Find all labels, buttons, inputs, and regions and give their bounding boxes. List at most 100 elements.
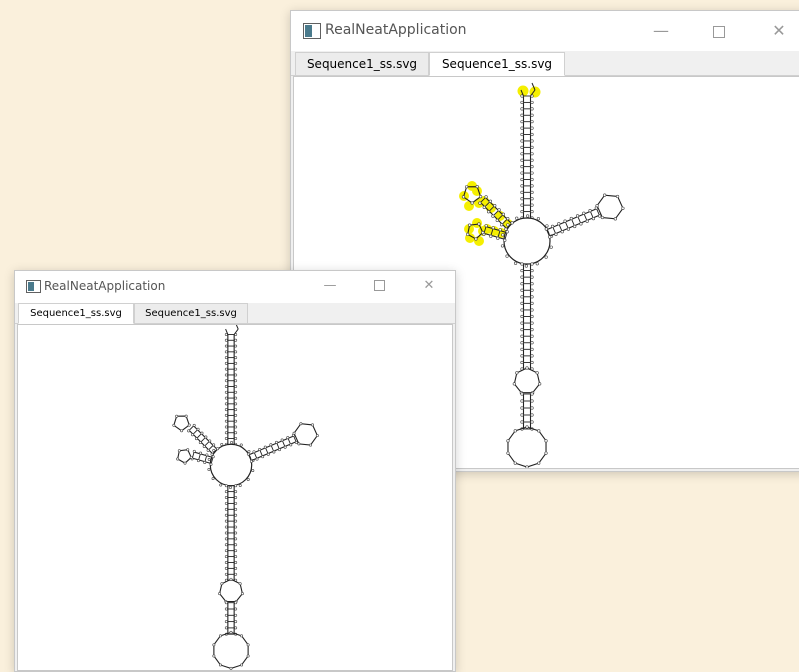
- nucleotide-dot: [224, 361, 228, 365]
- nucleotide-dot: [224, 413, 228, 417]
- nucleotide-dot: [520, 113, 524, 117]
- tab-sequence1-first[interactable]: Sequence1_ss.svg: [295, 52, 429, 76]
- nucleotide-dot: [234, 601, 238, 605]
- nucleotide-dot: [247, 449, 251, 453]
- nucleotide-dot: [520, 420, 524, 424]
- nucleotide-dot: [470, 201, 474, 205]
- nucleotide-dot: [491, 226, 495, 230]
- nucleotide-dot: [224, 531, 228, 535]
- nucleotide-dot: [224, 555, 228, 559]
- nucleotide-dot: [286, 436, 290, 440]
- base-pair: [265, 447, 269, 454]
- nucleotide-dot: [481, 230, 485, 235]
- nucleotide-dot: [216, 447, 220, 451]
- nucleotide-dot: [465, 185, 469, 189]
- svg-canvas[interactable]: [17, 324, 453, 671]
- nucleotide-dot: [530, 145, 534, 149]
- nucleotide-dot: [224, 437, 228, 440]
- nucleotide-dot: [530, 341, 534, 345]
- nucleotide-dot: [530, 126, 534, 130]
- nucleotide-dot: [218, 634, 222, 638]
- nucleotide-dot: [530, 107, 534, 111]
- nucleotide-dot: [530, 262, 534, 266]
- tab-sequence1-second[interactable]: Sequence1_ss.svg: [429, 52, 565, 76]
- nucleotide-dot: [467, 223, 472, 227]
- window-title: RealNeatApplication: [44, 279, 166, 293]
- nucleotide-dot: [495, 218, 499, 223]
- multiloop-outline: [503, 217, 551, 265]
- minimize-button[interactable]: —: [315, 276, 345, 296]
- nucleotide-dot: [299, 422, 303, 426]
- nucleotide-dot: [530, 392, 534, 396]
- nucleotide-dot: [530, 321, 534, 325]
- title-bar[interactable]: RealNeatApplication — ✕: [291, 11, 799, 51]
- nucleotide-dot: [187, 423, 191, 427]
- nucleotide-dot: [234, 501, 238, 505]
- base-pair: [589, 211, 594, 219]
- nucleotide-dot: [246, 452, 250, 456]
- nucleotide-dot: [211, 455, 215, 459]
- nucleotide-dot: [234, 543, 238, 547]
- nucleotide-dot: [520, 399, 524, 403]
- nucleotide-dot: [234, 385, 238, 388]
- nucleotide-dot: [234, 620, 238, 624]
- nucleotide-dot: [520, 308, 524, 312]
- tab-bar: Sequence1_ss.svg Sequence1_ss.svg: [291, 51, 799, 76]
- backbone-segment: [235, 325, 239, 330]
- nucleotide-dot: [548, 235, 552, 239]
- minimize-button[interactable]: —: [641, 19, 681, 43]
- base-pair: [259, 449, 263, 457]
- nucleotide-dot: [246, 654, 250, 658]
- nucleotide-dot: [240, 634, 244, 638]
- nucleotide-dot: [184, 414, 188, 418]
- nucleotide-dot: [283, 445, 287, 449]
- nucleotide-dot: [603, 193, 607, 197]
- nucleotide-dot: [544, 255, 548, 259]
- nucleotide-dot: [477, 222, 481, 226]
- nucleotide-dot: [461, 195, 466, 199]
- close-button[interactable]: ✕: [414, 276, 444, 296]
- title-bar[interactable]: RealNeatApplication — ✕: [15, 271, 455, 303]
- nucleotide-dot: [525, 465, 529, 468]
- nucleotide-dot: [234, 484, 238, 488]
- nucleotide-dot: [210, 452, 214, 456]
- nucleotide-dot: [224, 396, 228, 400]
- nucleotide-dot: [530, 171, 534, 175]
- nucleotide-dot: [489, 234, 493, 238]
- nucleotide-dot: [218, 663, 222, 667]
- nucleotide-dot: [258, 447, 262, 451]
- close-button[interactable]: ✕: [759, 19, 799, 43]
- nucleotide-dot: [505, 230, 509, 234]
- nucleotide-dot: [530, 132, 534, 137]
- loop-outline: [173, 415, 190, 432]
- nucleotide-dot: [530, 295, 534, 299]
- loop-outline: [218, 578, 244, 603]
- nucleotide-dot: [186, 448, 190, 452]
- nucleotide-dot: [530, 100, 534, 105]
- nucleotide-dot: [569, 216, 573, 221]
- tab-sequence1-first[interactable]: Sequence1_ss.svg: [18, 303, 134, 324]
- nucleotide-dot: [520, 197, 524, 201]
- nucleotide-dot: [499, 223, 504, 227]
- maximize-button[interactable]: [699, 19, 739, 43]
- app-icon: [303, 23, 321, 39]
- tab-sequence1-second[interactable]: Sequence1_ss.svg: [134, 303, 248, 324]
- app-window-front[interactable]: RealNeatApplication — ✕ Sequence1_ss.svg…: [14, 270, 456, 672]
- nucleotide-dot: [280, 438, 284, 442]
- nucleotide-dot: [621, 206, 625, 210]
- nucleotide-dot: [263, 445, 267, 449]
- nucleotide-dot: [530, 406, 534, 410]
- nucleotide-dot: [530, 288, 534, 292]
- loop-outline: [507, 426, 547, 468]
- nucleotide-dot: [207, 457, 211, 461]
- nucleotide-dot: [530, 158, 534, 162]
- nucleotide-dot: [513, 461, 517, 465]
- nucleotide-dot: [520, 288, 524, 292]
- maximize-button[interactable]: [364, 276, 394, 296]
- app-icon: [26, 280, 41, 293]
- nucleotide-dot: [478, 201, 482, 205]
- loop-outline: [596, 194, 624, 220]
- base-pair: [571, 219, 575, 226]
- nucleotide-dot: [224, 519, 228, 523]
- nucleotide-dot: [309, 443, 312, 447]
